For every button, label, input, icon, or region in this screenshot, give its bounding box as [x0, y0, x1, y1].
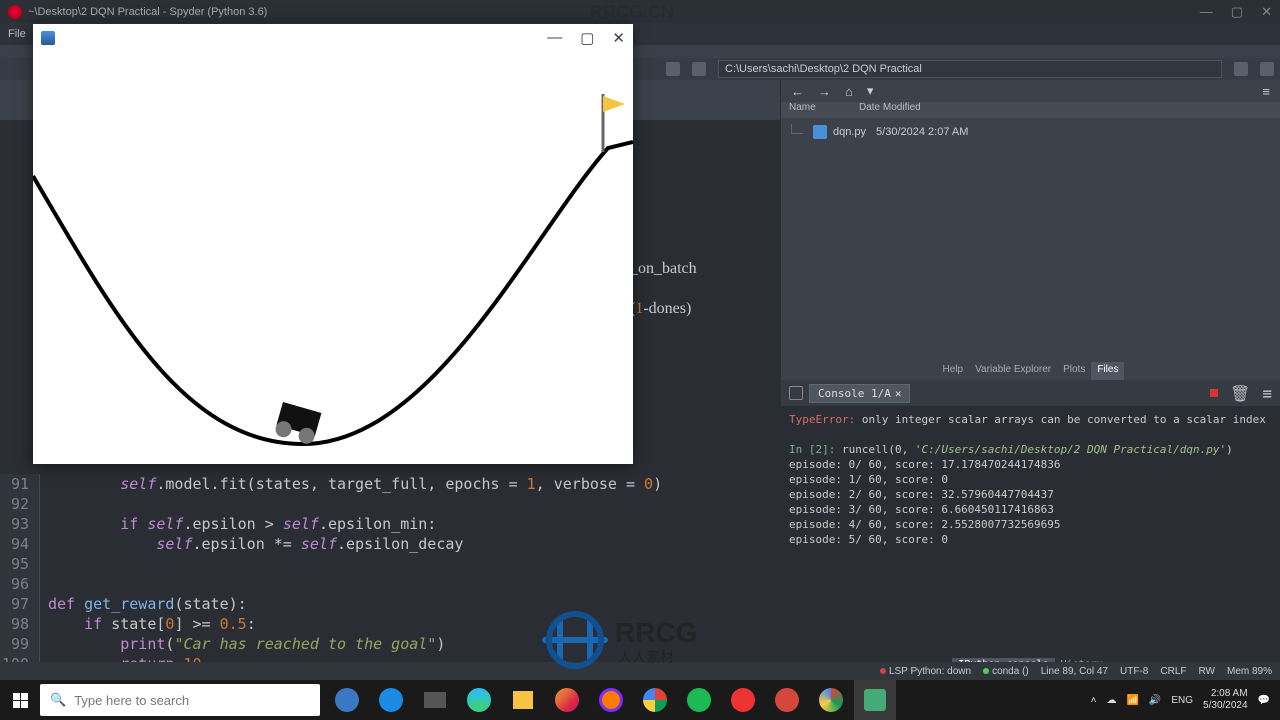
col-date[interactable]: Date Modified	[851, 102, 929, 118]
start-button[interactable]	[0, 680, 40, 720]
taskbar: 🔍 Type here to search ˄ ☁ 📶 🔊 ENG 2:08 A…	[0, 680, 1280, 720]
pygame-icon	[41, 31, 55, 45]
code-line[interactable]: 96	[0, 574, 780, 594]
fb-forward-icon[interactable]: →	[818, 84, 831, 99]
code-line[interactable]: 94 self.epsilon *= self.epsilon_decay	[0, 534, 780, 554]
console-output[interactable]: TypeError: only integer scalar arrays ca…	[781, 406, 1280, 553]
file-browser-pane: ← → ⌂ ▾ ≡ Name Date Modified dqn.py 5/30…	[781, 80, 1280, 380]
code-line[interactable]: 98 if state[0] >= 0.5:	[0, 614, 780, 634]
game-minimize-icon[interactable]: —	[547, 29, 562, 47]
taskbar-app[interactable]	[590, 680, 632, 720]
game-maximize-icon[interactable]: ▢	[580, 29, 594, 47]
clear-console-icon[interactable]: 🗑	[1230, 384, 1250, 403]
taskbar-app[interactable]	[546, 680, 588, 720]
tray-notifications-icon[interactable]: 💬	[1258, 695, 1270, 706]
game-close-icon[interactable]: ✕	[612, 29, 625, 47]
file-browser-tabs: Help Variable Explorer Plots Files	[781, 362, 1280, 380]
tab-help[interactable]: Help	[937, 362, 970, 380]
game-window: — ▢ ✕	[33, 24, 633, 464]
taskbar-clock[interactable]: 2:08 AM 5/30/2024	[1203, 688, 1248, 712]
code-line[interactable]: 93 if self.epsilon > self.epsilon_min:	[0, 514, 780, 534]
minimize-icon[interactable]: —	[1200, 4, 1213, 20]
stop-kernel-icon[interactable]	[1210, 389, 1218, 397]
browse-folder-icon[interactable]	[1234, 62, 1248, 76]
fb-header: Name Date Modified	[781, 102, 1280, 118]
tray-chevron-icon[interactable]: ˄	[1091, 695, 1097, 706]
mountain-car-canvas	[33, 52, 633, 464]
code-line[interactable]: 91 self.model.fit(states, target_full, e…	[0, 474, 780, 494]
fb-home-icon[interactable]: ⌂	[845, 84, 853, 99]
statusbar: LSP Python: down conda () Line 89, Col 4…	[0, 662, 1280, 680]
file-row[interactable]: dqn.py 5/30/2024 2:07 AM	[791, 122, 1270, 142]
code-line[interactable]: 92	[0, 494, 780, 514]
code-fragment: _on_batch	[630, 260, 697, 278]
status-mem: Mem 89%	[1227, 666, 1272, 677]
game-titlebar[interactable]: — ▢ ✕	[33, 24, 633, 52]
console-tab[interactable]: Console 1/A ✕	[809, 384, 910, 403]
parent-dir-icon[interactable]	[1260, 62, 1274, 76]
tab-variable-explorer[interactable]: Variable Explorer	[969, 362, 1057, 380]
tab-plots[interactable]: Plots	[1057, 362, 1091, 380]
tray-onedrive-icon[interactable]: ☁	[1106, 695, 1116, 706]
fb-filter-icon[interactable]: ▾	[867, 83, 874, 99]
file-name: dqn.py	[833, 126, 866, 138]
taskbar-app[interactable]	[810, 680, 852, 720]
working-dir-input[interactable]	[718, 60, 1222, 78]
col-name[interactable]: Name	[781, 102, 851, 118]
status-rw: RW	[1199, 666, 1215, 677]
status-enc: UTF-8	[1120, 666, 1148, 677]
code-fragment: (1-dones)	[630, 300, 691, 318]
tab-files[interactable]: Files	[1091, 362, 1124, 380]
status-pos: Line 89, Col 47	[1041, 666, 1108, 677]
tray-lang[interactable]: ENG	[1171, 695, 1193, 706]
taskbar-app-spyder[interactable]	[854, 680, 896, 720]
fb-back-icon[interactable]: ←	[791, 84, 804, 99]
status-lsp: LSP Python: down	[889, 666, 971, 677]
maximize-icon[interactable]: ▢	[1231, 4, 1243, 20]
taskbar-app[interactable]	[414, 680, 456, 720]
taskbar-app[interactable]	[634, 680, 676, 720]
python-file-icon	[813, 125, 827, 139]
titlebar: ~\Desktop\2 DQN Practical - Spyder (Pyth…	[0, 0, 1280, 23]
search-icon: 🔍	[50, 692, 66, 708]
console-pane: Console 1/A ✕ 🗑 ≡ TypeError: only intege…	[781, 380, 1280, 674]
wrench-icon[interactable]	[666, 62, 680, 76]
taskbar-app[interactable]	[502, 680, 544, 720]
console-menu-icon[interactable]: ≡	[1262, 384, 1272, 403]
close-icon[interactable]: ✕	[1261, 4, 1272, 20]
tray-wifi-icon[interactable]: 📶	[1126, 695, 1138, 706]
console-expand-icon[interactable]	[789, 386, 803, 400]
taskbar-search[interactable]: 🔍 Type here to search	[40, 684, 320, 716]
code-line[interactable]: 99 print("Car has reached to the goal")	[0, 634, 780, 654]
search-placeholder: Type here to search	[74, 693, 189, 708]
fb-menu-icon[interactable]: ≡	[1262, 84, 1270, 99]
window-title: ~\Desktop\2 DQN Practical - Spyder (Pyth…	[28, 6, 267, 18]
menu-file[interactable]: File	[8, 28, 26, 40]
taskbar-app[interactable]	[458, 680, 500, 720]
taskbar-app[interactable]	[766, 680, 808, 720]
console-tab-close-icon[interactable]: ✕	[895, 387, 902, 400]
code-line[interactable]: 95	[0, 554, 780, 574]
tray-sound-icon[interactable]: 🔊	[1149, 695, 1161, 706]
taskbar-app[interactable]	[722, 680, 764, 720]
back-icon[interactable]	[692, 62, 706, 76]
code-line[interactable]: 97def get_reward(state):	[0, 594, 780, 614]
taskbar-app[interactable]	[326, 680, 368, 720]
status-conda: conda ()	[992, 666, 1029, 677]
taskbar-app[interactable]	[370, 680, 412, 720]
status-eol: CRLF	[1160, 666, 1186, 677]
taskbar-app[interactable]	[678, 680, 720, 720]
app-icon	[8, 5, 22, 19]
file-date: 5/30/2024 2:07 AM	[876, 126, 968, 138]
